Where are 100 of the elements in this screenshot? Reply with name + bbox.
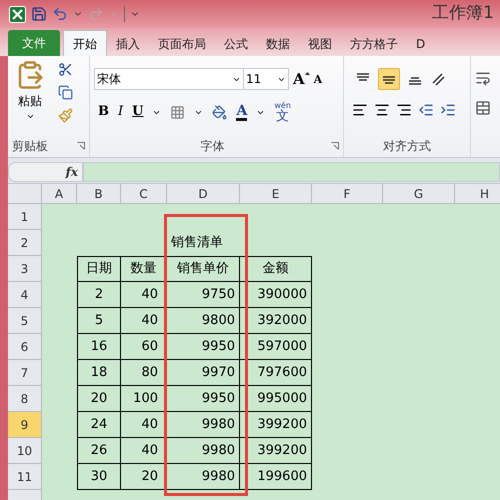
fill-color-icon[interactable] — [212, 104, 228, 120]
font-color-button[interactable]: A — [236, 104, 248, 120]
merge-cells-icon[interactable] — [475, 100, 491, 116]
column-header[interactable]: G — [383, 184, 455, 204]
dialog-launcher-icon[interactable] — [77, 142, 85, 150]
row-header[interactable]: 6 — [8, 334, 42, 360]
indent-decrease-icon[interactable] — [418, 102, 434, 118]
wrap-text-icon[interactable] — [475, 70, 491, 86]
paste-button[interactable]: 粘贴 — [10, 60, 50, 135]
column-header[interactable]: A — [42, 184, 77, 204]
table-cell: 100 — [121, 386, 167, 412]
row-header[interactable]: 1 — [8, 204, 42, 230]
ribbon-tab[interactable]: 数据 — [257, 32, 299, 56]
table-cell: 26 — [77, 438, 121, 464]
table-cell: 金额 — [240, 256, 312, 282]
column-header[interactable]: E — [240, 184, 312, 204]
table-cell: 20 — [77, 386, 121, 412]
shrink-font-button[interactable]: A — [314, 74, 322, 84]
formula-input[interactable] — [83, 162, 500, 182]
ribbon-tab[interactable]: 公式 — [215, 32, 257, 56]
phonetic-guide-button[interactable]: wén 文 — [274, 102, 291, 122]
table-cell-text: 销售清单 — [170, 234, 224, 252]
ribbon-tab[interactable]: 插入 — [107, 32, 149, 56]
align-right-icon[interactable] — [396, 102, 412, 118]
table-cell: 24 — [77, 412, 121, 438]
table-cell: 30 — [77, 464, 121, 490]
table-cell: 20 — [121, 464, 167, 490]
table-cell: 9800 — [167, 308, 240, 334]
table-cell: 40 — [121, 438, 167, 464]
ribbon-tab[interactable]: 文件 — [8, 30, 60, 56]
column-header[interactable]: C — [121, 184, 167, 204]
table-cell: 销售单价 — [167, 256, 240, 282]
copy-icon[interactable] — [58, 85, 73, 100]
table-cell: 399200 — [240, 412, 312, 438]
ribbon-tab[interactable]: 开始 — [63, 30, 107, 56]
borders-icon[interactable] — [170, 104, 186, 120]
table-cell: 9970 — [167, 360, 240, 386]
row-header[interactable]: 9 — [8, 412, 42, 438]
table-cell: 9950 — [167, 334, 240, 360]
cut-icon[interactable] — [58, 62, 73, 77]
row-header[interactable]: 8 — [8, 386, 42, 412]
name-box[interactable]: fx — [8, 162, 83, 182]
table-cell: 995000 — [240, 386, 312, 412]
column-header[interactable]: F — [312, 184, 383, 204]
table-cell: 5 — [77, 308, 121, 334]
function-label[interactable]: fx — [66, 163, 78, 181]
row-header[interactable]: 10 — [8, 438, 42, 464]
table-cell: 399200 — [240, 438, 312, 464]
align-center-icon[interactable] — [374, 102, 390, 118]
align-left-icon[interactable] — [352, 102, 368, 118]
underline-button[interactable]: U — [132, 102, 144, 122]
table-cell: 日期 — [77, 256, 121, 282]
column-header[interactable]: D — [167, 184, 240, 204]
up-caret-icon — [304, 72, 310, 74]
table-cell: 18 — [77, 360, 121, 386]
ribbon-tab[interactable]: 页面布局 — [149, 32, 215, 56]
window-title: 工作簿1 — [432, 2, 495, 26]
ribbon-tab[interactable]: D — [407, 32, 434, 56]
italic-button[interactable]: I — [118, 102, 124, 122]
table-cell: 390000 — [240, 282, 312, 308]
table-cell: 9980 — [167, 412, 240, 438]
caret-icon — [26, 112, 34, 121]
group-label: 对齐方式 — [383, 138, 431, 155]
dialog-launcher-icon[interactable] — [331, 142, 339, 150]
vertical-align-button[interactable] — [378, 68, 400, 90]
table-cell: 80 — [121, 360, 167, 386]
indent-increase-icon[interactable] — [440, 102, 456, 118]
ribbon-tab[interactable]: 方方格子 — [341, 32, 407, 56]
font-size-select[interactable]: 11 — [243, 68, 289, 90]
undo-icon[interactable] — [52, 6, 68, 22]
row-header[interactable]: 11 — [8, 464, 42, 490]
table-cell: 40 — [121, 282, 167, 308]
row-header[interactable]: 2 — [8, 230, 42, 256]
group-label: 剪贴板 — [12, 138, 48, 155]
table-cell: 40 — [121, 412, 167, 438]
font-name-select[interactable]: 宋体 — [94, 68, 244, 90]
table-cell: 199600 — [240, 464, 312, 490]
table-cell: 16 — [77, 334, 121, 360]
table-cell: 392000 — [240, 308, 312, 334]
bold-button[interactable]: B — [98, 102, 109, 122]
column-header[interactable]: B — [77, 184, 121, 204]
table-cell: 数量 — [121, 256, 167, 282]
table-cell: 797600 — [240, 360, 312, 386]
table-cell: 40 — [121, 308, 167, 334]
column-header[interactable]: H — [455, 184, 500, 204]
row-header[interactable]: 5 — [8, 308, 42, 334]
grow-font-button[interactable]: A — [293, 72, 310, 86]
spreadsheet-app-icon — [9, 6, 26, 22]
row-header[interactable]: 4 — [8, 282, 42, 308]
table-cell: 9750 — [167, 282, 240, 308]
row-header[interactable]: 7 — [8, 360, 42, 386]
table-cell: 9950 — [167, 386, 240, 412]
save-icon[interactable] — [31, 6, 47, 22]
row-header[interactable]: 3 — [8, 256, 42, 282]
table-cell: 2 — [77, 282, 121, 308]
table-cell: 9980 — [167, 438, 240, 464]
table-cell: 9980 — [167, 464, 240, 490]
table-cell: 597000 — [240, 334, 312, 360]
table-cell: 60 — [121, 334, 167, 360]
ribbon-tab[interactable]: 视图 — [299, 32, 341, 56]
